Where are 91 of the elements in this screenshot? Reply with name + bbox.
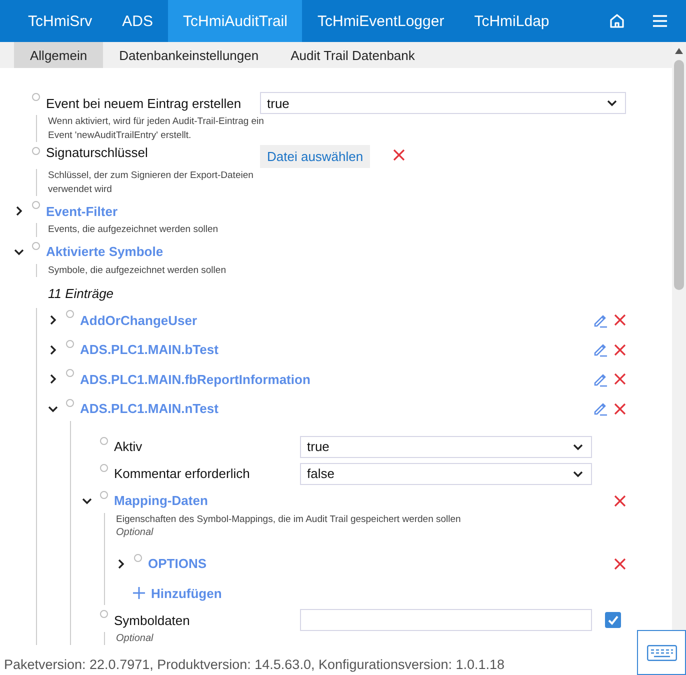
tree-item-link[interactable]: ADS.PLC1.MAIN.bTest [80, 342, 218, 357]
keyboard-icon [646, 644, 676, 660]
nav-tab[interactable]: TcHmiEventLogger [302, 0, 460, 42]
pencil-icon [593, 342, 608, 357]
edit-button[interactable] [593, 312, 608, 328]
remove-button[interactable] [614, 402, 626, 414]
setting-label: Kommentar erforderlich [114, 466, 250, 481]
setting-description: Eigenschaften des Symbol-Mappings, die im Audit Trail gespeichert werden sollen [116, 512, 462, 526]
remove-button[interactable] [614, 558, 626, 570]
dropdown[interactable]: false [300, 462, 592, 484]
tree-item-link[interactable]: Mapping-Daten [114, 493, 208, 508]
home-icon [608, 12, 626, 30]
chevron-icon [14, 206, 24, 216]
setting-description: Wenn aktiviert, wird für jeden Audit-Trail-Eintrag ein Event 'newAuditTrailEntry' erstellt. [48, 115, 265, 142]
version-info: Paketversion: 22.0.7971, Produktversion: 14.5.63.0, Konfigurationsversion: 1.0.1.18 [4, 657, 505, 672]
edit-button[interactable] [593, 401, 608, 416]
dropdown[interactable]: true [300, 436, 592, 458]
tree-item-link[interactable]: OPTIONS [148, 556, 207, 571]
edit-button[interactable] [593, 342, 608, 357]
caret-icon [607, 98, 617, 108]
chevron-icon [48, 344, 58, 354]
circle-icon [66, 340, 74, 348]
setting-label: Signaturschlüssel [46, 145, 148, 160]
menu-icon [652, 14, 668, 28]
nav-tab[interactable]: TcHmiAuditTrail [168, 0, 302, 42]
tree-item-link[interactable]: Event-Filter [46, 204, 118, 218]
input-field[interactable] [300, 609, 592, 631]
setting-label: Event bei neuem Eintrag erstellen [46, 96, 242, 110]
close-icon [614, 494, 626, 506]
circle-icon [100, 464, 108, 472]
optional-note: Optional [116, 526, 154, 540]
setting-description: Schlüssel, der zum Signieren der Export-Dateien verwendet wird [48, 169, 254, 196]
close-icon [393, 149, 406, 161]
circle-icon [100, 490, 108, 498]
keyboard-button[interactable] [637, 630, 686, 675]
remove-button[interactable] [614, 373, 626, 385]
plus-icon [133, 587, 145, 599]
chevron-icon [48, 374, 58, 384]
circle-icon [66, 310, 74, 318]
checkbox[interactable] [605, 612, 621, 628]
tree-item-link[interactable]: Aktivierte Symbole [46, 244, 164, 259]
remove-button[interactable] [614, 494, 626, 506]
circle-icon [66, 398, 74, 406]
nav-tab[interactable]: TcHmiLdap [459, 0, 564, 42]
circle-icon [32, 242, 40, 250]
sub-tab[interactable]: Datenbankeinstellungen [103, 42, 275, 68]
close-icon [614, 402, 626, 414]
caret-icon [573, 442, 583, 452]
tree-item-link[interactable]: AddOrChangeUser [80, 312, 198, 328]
setting-label: Symboldaten [114, 612, 190, 628]
setting-description: Events, die aufgezeichnet werden sollen [48, 223, 220, 236]
chevron-icon [116, 558, 126, 568]
circle-icon [100, 610, 108, 618]
circle-icon [100, 436, 108, 444]
circle-icon [32, 147, 40, 155]
circle-icon [134, 554, 142, 562]
sub-tab[interactable]: Audit Trail Datenbank [274, 42, 431, 68]
edit-button[interactable] [593, 372, 608, 386]
nav-tab[interactable]: ADS [107, 0, 168, 42]
chevron-icon [48, 315, 58, 325]
remove-button[interactable] [614, 314, 626, 326]
close-icon [614, 344, 626, 356]
file-button[interactable]: Datei auswählen [260, 145, 370, 168]
circle-icon [66, 369, 74, 377]
add-button[interactable]: Hinzufügen [133, 581, 222, 605]
close-icon [614, 558, 626, 570]
optional-note: Optional [116, 632, 154, 645]
chevron-icon [82, 496, 92, 506]
close-icon [614, 314, 626, 326]
sub-tab[interactable]: Allgemein [14, 42, 104, 68]
dropdown[interactable]: true [260, 92, 626, 114]
setting-label: Aktiv [114, 439, 142, 454]
checkbox-icon [605, 612, 621, 628]
scroll-up-icon[interactable] [675, 48, 683, 54]
circle-icon [32, 201, 40, 209]
tree-item-link[interactable]: ADS.PLC1.MAIN.nTest [80, 401, 218, 416]
pencil-icon [593, 312, 608, 328]
pencil-icon [593, 372, 608, 386]
circle-icon [32, 93, 40, 101]
scrollbar-thumb[interactable] [674, 60, 684, 290]
chevron-icon [48, 404, 58, 414]
entry-count: 11 Einträge [48, 285, 114, 303]
remove-button[interactable] [614, 344, 626, 356]
close-icon [614, 373, 626, 385]
chevron-icon [14, 246, 24, 256]
tree-item-link[interactable]: ADS.PLC1.MAIN.fbReportInformation [80, 372, 310, 386]
nav-tab[interactable]: TcHmiSrv [13, 0, 108, 42]
remove-button[interactable] [393, 149, 406, 161]
pencil-icon [593, 401, 608, 416]
caret-icon [573, 468, 583, 478]
setting-description: Symbole, die aufgezeichnet werden sollen [48, 264, 227, 277]
